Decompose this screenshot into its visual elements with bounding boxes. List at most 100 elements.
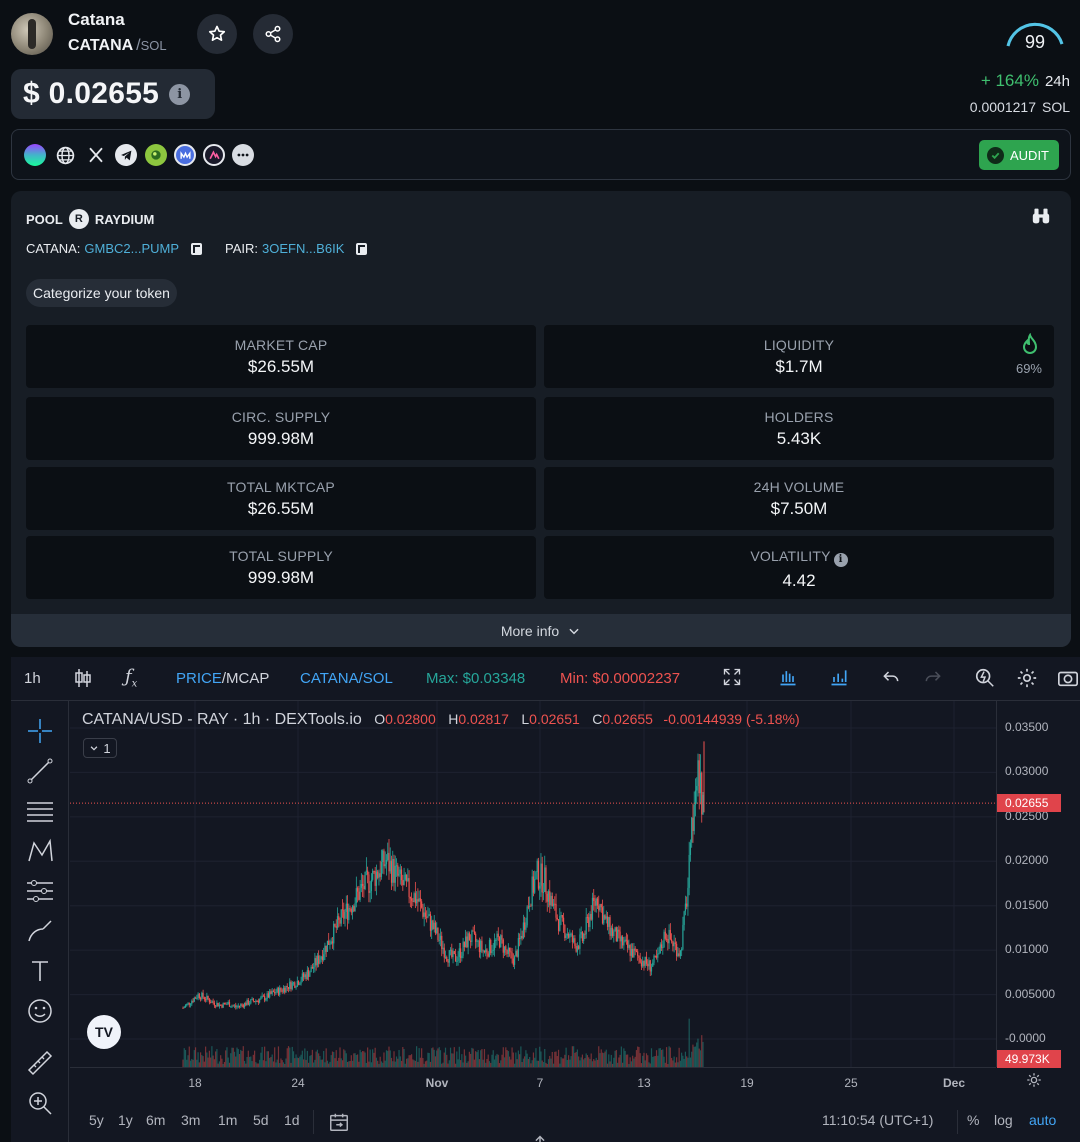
undo-icon[interactable] <box>881 667 901 692</box>
text-tool-icon[interactable] <box>26 957 54 985</box>
chart-plot-area[interactable]: CATANA/USD - RAY · 1h · DEXTools.io O0.0… <box>70 701 996 1067</box>
ruler-icon[interactable] <box>26 1049 54 1077</box>
settings-gear-icon[interactable] <box>1016 667 1038 694</box>
share-button[interactable] <box>253 14 293 54</box>
token-address-value[interactable]: GMBC2...PUMP <box>84 241 179 256</box>
coinmarketcap-icon[interactable] <box>174 144 196 166</box>
interval-selector[interactable]: 1h <box>24 670 41 687</box>
volume-bar <box>550 1058 552 1067</box>
candle-body <box>511 952 513 959</box>
more-links-icon[interactable] <box>232 144 254 166</box>
candle-body <box>276 988 278 993</box>
candle-body <box>271 990 273 994</box>
dext-score[interactable]: 99 <box>1000 14 1070 54</box>
website-icon[interactable] <box>54 144 76 166</box>
expand-up-icon[interactable] <box>533 1132 547 1142</box>
candle-body <box>485 949 487 953</box>
volume-bar <box>262 1060 264 1067</box>
candle-body <box>351 906 354 913</box>
token-chain: SOL <box>140 38 167 53</box>
date-range-icon[interactable] <box>328 1111 350 1138</box>
pattern-icon[interactable] <box>26 837 54 865</box>
audit-button[interactable]: AUDIT <box>979 140 1059 170</box>
legend-collapse-button[interactable]: 1 <box>83 738 117 758</box>
volume-bar <box>495 1055 497 1067</box>
axis-settings-icon[interactable] <box>1025 1071 1043 1094</box>
candle-body <box>667 939 669 944</box>
info-icon[interactable]: i <box>169 83 191 105</box>
more-info-button[interactable]: More info <box>11 614 1071 647</box>
volume-bar <box>197 1052 199 1067</box>
volume-bar <box>236 1047 238 1067</box>
time-axis[interactable]: 18 24 Nov 7 13 19 25 Dec <box>70 1067 996 1097</box>
percent-toggle[interactable]: % <box>967 1112 979 1128</box>
candle-body <box>542 891 545 893</box>
volume-bar <box>668 1046 670 1067</box>
crosshair-icon[interactable] <box>26 717 54 745</box>
categorize-token-button[interactable]: Categorize your token <box>26 279 177 307</box>
pair-toggle[interactable]: CATANA/SOL <box>300 670 393 687</box>
redo-icon[interactable] <box>923 667 943 692</box>
candle-body <box>492 949 494 951</box>
zoom-in-icon[interactable] <box>26 1089 54 1117</box>
emoji-icon[interactable] <box>26 997 54 1025</box>
camera-icon[interactable] <box>1057 667 1079 694</box>
range-3m[interactable]: 3m <box>181 1112 200 1128</box>
candle-body <box>245 1002 247 1006</box>
volume-bar <box>416 1046 418 1067</box>
candle-body <box>544 867 546 892</box>
volume-bar <box>598 1046 600 1067</box>
candle-body <box>243 1002 246 1008</box>
candle-body <box>679 950 681 956</box>
candle-body <box>259 999 261 1003</box>
trades-icon[interactable] <box>778 667 798 692</box>
volume-bar <box>338 1057 340 1067</box>
alert-search-icon[interactable] <box>974 667 996 694</box>
high-value: 0.02817 <box>458 711 509 727</box>
candle-body <box>571 933 573 943</box>
log-toggle[interactable]: log <box>994 1112 1013 1128</box>
range-1m[interactable]: 1m <box>218 1112 237 1128</box>
brush-icon[interactable] <box>26 917 54 945</box>
price-mcap-toggle[interactable]: PRICE/MCAP <box>176 670 269 687</box>
volume-bar <box>341 1060 344 1067</box>
range-5y[interactable]: 5y <box>89 1112 104 1128</box>
dexscreener-icon[interactable] <box>145 144 167 166</box>
price-axis[interactable]: -0.0000 0.005000 0.01000 0.01500 0.02000 0.02… <box>996 701 1080 1068</box>
favorite-button[interactable] <box>197 14 237 54</box>
telegram-icon[interactable] <box>115 144 137 166</box>
y-tick-label: 0.01000 <box>1005 942 1049 957</box>
candles-icon[interactable] <box>73 667 93 694</box>
range-5d[interactable]: 5d <box>253 1112 269 1128</box>
auto-toggle[interactable]: auto <box>1029 1112 1056 1128</box>
trend-line-icon[interactable] <box>26 757 54 785</box>
tradingview-logo[interactable]: TV <box>87 1015 121 1049</box>
binoculars-icon[interactable] <box>1031 207 1051 230</box>
volume-bar <box>375 1057 378 1067</box>
candle-body <box>279 987 281 995</box>
pair-address-value[interactable]: 3OEFN...B6IK <box>262 241 344 256</box>
volume-bar <box>575 1051 577 1067</box>
volume-icon[interactable] <box>829 667 849 692</box>
fib-lines-icon[interactable] <box>26 797 54 825</box>
info-icon[interactable]: i <box>833 553 848 567</box>
dextools-icon[interactable] <box>203 144 225 166</box>
volume-bar <box>374 1047 376 1067</box>
candle-body <box>439 935 442 940</box>
fullscreen-icon[interactable] <box>722 667 742 692</box>
chart-clock[interactable]: 11:10:54 (UTC+1) <box>822 1112 933 1128</box>
candle-body <box>687 887 689 907</box>
stat-volatility: VOLATILITY i 4.42 <box>544 536 1054 599</box>
range-6m[interactable]: 6m <box>146 1112 165 1128</box>
range-1d[interactable]: 1d <box>284 1112 300 1128</box>
indicators-icon[interactable]: ƒx <box>125 666 137 690</box>
x-twitter-icon[interactable] <box>85 144 107 166</box>
copy-icon[interactable] <box>191 242 203 255</box>
candle-body <box>323 954 325 961</box>
candle-body <box>404 874 406 880</box>
solana-icon[interactable] <box>24 144 46 166</box>
forecast-icon[interactable] <box>26 877 54 905</box>
volume-bar <box>477 1050 479 1067</box>
range-1y[interactable]: 1y <box>118 1112 133 1128</box>
copy-icon[interactable] <box>356 242 368 255</box>
